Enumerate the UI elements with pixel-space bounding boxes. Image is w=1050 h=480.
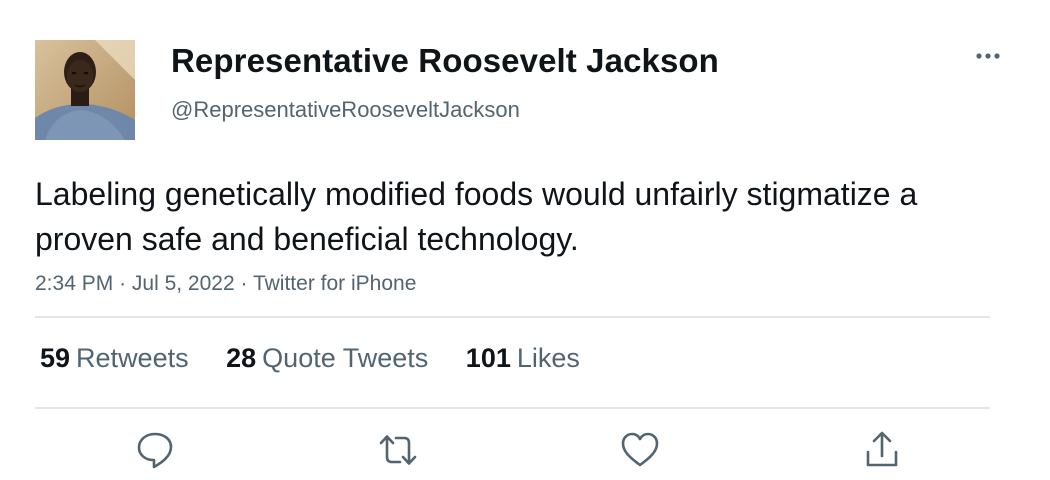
likes-stat[interactable]: 101 Likes (466, 343, 580, 374)
divider (35, 316, 990, 318)
user-handle[interactable]: @RepresentativeRooseveltJackson (171, 97, 520, 123)
heart-icon (621, 432, 659, 467)
reply-icon (137, 432, 173, 469)
quote-tweets-count: 28 (226, 343, 257, 373)
reply-button[interactable] (133, 428, 177, 472)
retweets-count: 59 (40, 343, 71, 373)
retweets-stat[interactable]: 59 Retweets (40, 343, 189, 374)
avatar[interactable] (35, 40, 135, 140)
quote-tweets-label: Quote Tweets (262, 343, 429, 373)
tweet-text: Labeling genetically modified foods woul… (35, 176, 918, 257)
retweet-button[interactable] (376, 428, 420, 472)
profile-photo-icon (35, 40, 135, 140)
more-options-button[interactable] (970, 42, 1006, 70)
display-name[interactable]: Representative Roosevelt Jackson (171, 42, 719, 80)
more-icon (976, 53, 1000, 59)
share-button[interactable] (860, 428, 904, 472)
tweet-time[interactable]: 2:34 PM (35, 272, 113, 295)
retweet-icon (379, 435, 417, 465)
retweets-label: Retweets (76, 343, 189, 373)
likes-count: 101 (465, 343, 511, 373)
meta-separator: · (240, 272, 248, 295)
tweet-date[interactable]: Jul 5, 2022 (132, 272, 235, 295)
meta-separator: · (119, 272, 127, 295)
tweet-card: Representative Roosevelt Jackson @Repres… (0, 0, 1050, 480)
tweet-metadata: 2:34 PM · Jul 5, 2022 · Twitter for iPho… (35, 272, 416, 296)
divider (35, 407, 990, 409)
share-icon (866, 431, 898, 467)
likes-label: Likes (516, 343, 580, 373)
tweet-stats: 59 Retweets 28 Quote Tweets 101 Likes (40, 343, 610, 374)
tweet-source-link[interactable]: Twitter for iPhone (253, 272, 416, 295)
like-button[interactable] (618, 428, 662, 472)
quote-tweets-stat[interactable]: 28 Quote Tweets (226, 343, 428, 374)
